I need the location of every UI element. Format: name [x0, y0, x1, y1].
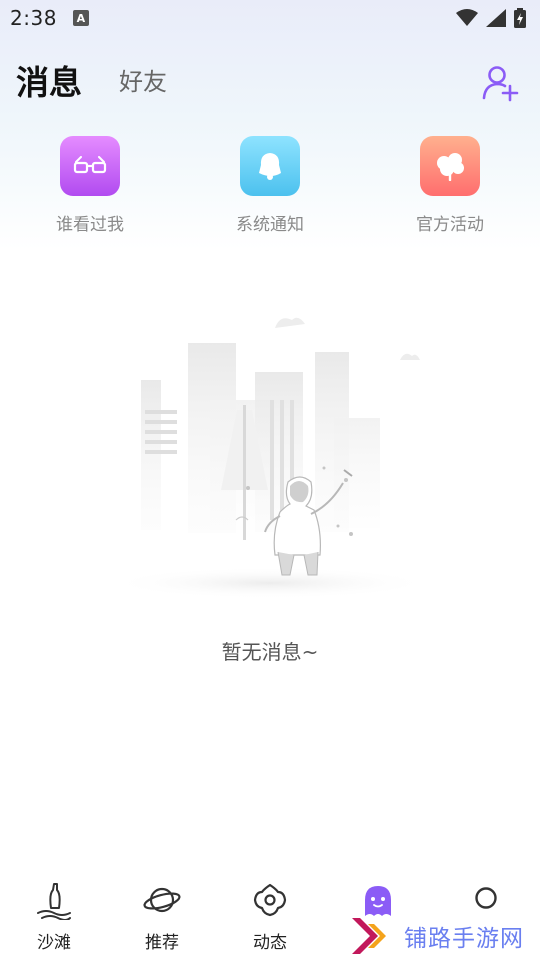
- nav-item-beach[interactable]: 沙滩: [14, 880, 94, 953]
- nav-label-moments: 动态: [253, 933, 287, 953]
- quick-entry-system-notice[interactable]: 系统通知: [210, 136, 330, 235]
- messages-screen: 2:38 A 消息 好友 谁看过我 系统通知 官方活动 暂无消息~ 沙滩 推荐 …: [0, 0, 540, 960]
- flower-outline-icon: [253, 883, 287, 917]
- bell-icon: [240, 136, 300, 196]
- quick-entry-label: 官方活动: [416, 215, 484, 235]
- nav-label-recommend: 推荐: [145, 933, 179, 953]
- status-bar: 2:38 A: [0, 0, 540, 36]
- status-icons: [456, 8, 526, 28]
- watermark-logo-icon: [352, 918, 386, 954]
- watermark: 铺路手游网: [350, 912, 540, 960]
- empty-state-text: 暂无消息~: [221, 640, 319, 664]
- tab-messages[interactable]: 消息: [16, 56, 82, 104]
- quick-entry-official-events[interactable]: 官方活动: [390, 136, 510, 235]
- glasses-icon: [60, 136, 120, 196]
- quick-entry-who-viewed-me[interactable]: 谁看过我: [30, 136, 150, 235]
- person-add-icon[interactable]: [480, 62, 520, 102]
- status-time: 2:38: [10, 6, 57, 30]
- tab-friends[interactable]: 好友: [119, 62, 167, 97]
- quick-entry-label: 系统通知: [236, 215, 304, 235]
- notification-badge: A: [72, 10, 89, 26]
- nav-label-beach: 沙滩: [37, 933, 71, 953]
- empty-city-illustration: [108, 317, 432, 599]
- battery-icon: [514, 8, 526, 28]
- watermark-text: 铺路手游网: [404, 926, 524, 952]
- signal-icon: [486, 9, 506, 27]
- quick-entry-label: 谁看过我: [56, 215, 124, 235]
- nav-item-recommend[interactable]: 推荐: [122, 880, 202, 953]
- header: 消息 好友: [0, 52, 540, 102]
- bottle-beach-icon: [37, 883, 71, 920]
- wifi-icon: [456, 9, 478, 26]
- flower-icon: [420, 136, 480, 196]
- nav-item-moments[interactable]: 动态: [230, 880, 310, 953]
- planet-icon: [143, 887, 181, 913]
